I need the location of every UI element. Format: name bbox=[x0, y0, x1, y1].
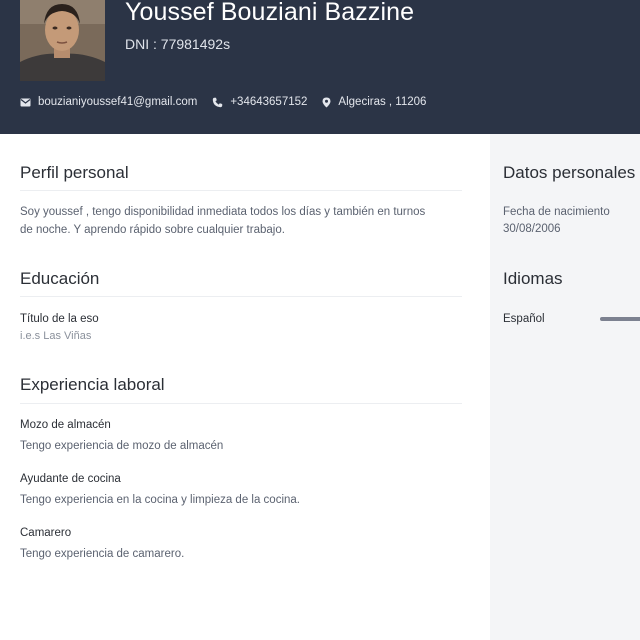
cv-header: Youssef Bouziani Bazzine DNI : 77981492s… bbox=[0, 0, 640, 134]
sidebar-column: Datos personales Fecha de nacimiento 30/… bbox=[490, 134, 640, 640]
divider bbox=[20, 190, 462, 191]
profile-photo bbox=[20, 0, 105, 81]
contact-email[interactable]: bouzianiyoussef41@gmail.com bbox=[20, 96, 197, 108]
section-title-perfil: Perfil personal bbox=[20, 163, 129, 182]
language-level-bar bbox=[600, 317, 640, 321]
education-school: i.e.s Las Viñas bbox=[20, 330, 92, 342]
job-role: Mozo de almacén bbox=[20, 419, 111, 431]
contact-location: Algeciras , 11206 bbox=[322, 96, 426, 108]
job-description: Tengo experiencia de mozo de almacén bbox=[20, 440, 224, 452]
job-role: Ayudante de cocina bbox=[20, 473, 121, 485]
phone-text: +34643657152 bbox=[230, 96, 308, 108]
education-degree: Título de la eso bbox=[20, 313, 99, 325]
main-column: Perfil personal Soy youssef , tengo disp… bbox=[0, 134, 490, 640]
contact-bar: bouzianiyoussef41@gmail.com +34643657152… bbox=[20, 96, 441, 108]
location-text: Algeciras , 11206 bbox=[338, 96, 427, 108]
birth-value: 30/08/2006 bbox=[503, 223, 561, 235]
divider bbox=[20, 403, 462, 404]
section-title-idiomas: Idiomas bbox=[503, 269, 563, 288]
candidate-name: Youssef Bouziani Bazzine bbox=[125, 0, 415, 26]
candidate-dni: DNI : 77981492s bbox=[125, 36, 231, 52]
contact-phone[interactable]: +34643657152 bbox=[212, 96, 307, 108]
divider bbox=[20, 296, 462, 297]
perfil-text-line-1: Soy youssef , tengo disponibilidad inmed… bbox=[20, 206, 426, 218]
section-title-educacion: Educación bbox=[20, 269, 100, 288]
birth-label: Fecha de nacimiento bbox=[503, 206, 610, 218]
job-description: Tengo experiencia en la cocina y limpiez… bbox=[20, 494, 300, 506]
email-text: bouzianiyoussef41@gmail.com bbox=[38, 96, 198, 108]
job-role: Camarero bbox=[20, 527, 72, 539]
section-title-datos: Datos personales bbox=[503, 163, 636, 182]
location-pin-icon bbox=[322, 97, 331, 107]
phone-icon bbox=[213, 97, 223, 107]
job-description: Tengo experiencia de camarero. bbox=[20, 548, 185, 560]
section-title-experiencia: Experiencia laboral bbox=[20, 375, 165, 394]
perfil-text-line-2: de noche. Y aprendo rápido sobre cualqui… bbox=[20, 224, 285, 236]
envelope-icon bbox=[20, 98, 31, 106]
language-name: Español bbox=[503, 313, 545, 325]
